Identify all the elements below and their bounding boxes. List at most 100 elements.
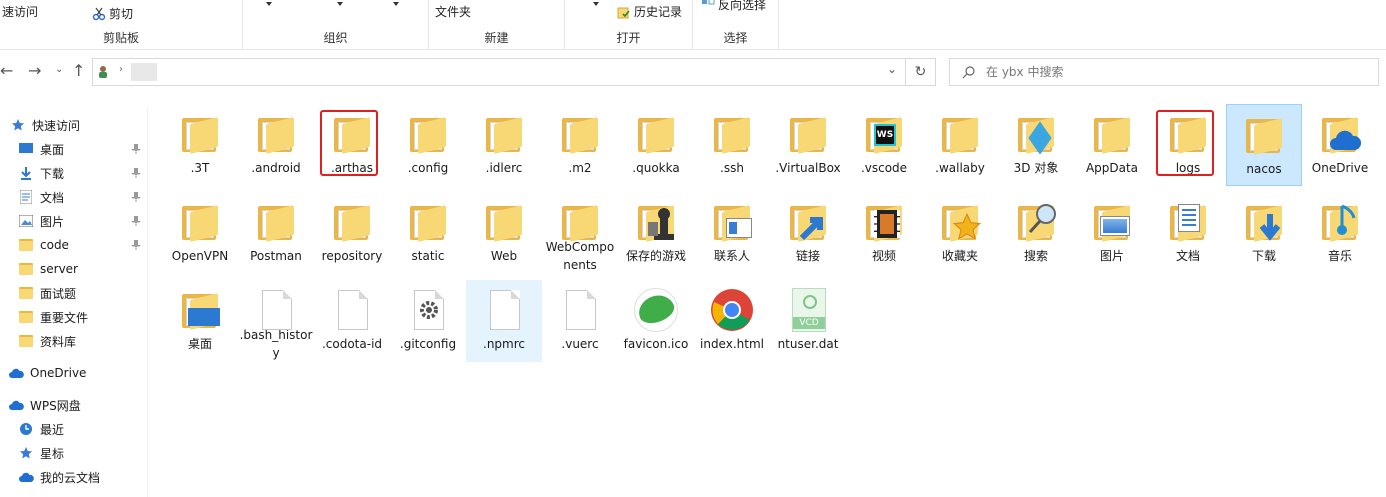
copy-to-dropdown[interactable] xyxy=(337,2,343,6)
sidebar-item[interactable]: 我的云文档 xyxy=(0,466,148,488)
file-item[interactable]: .npmrc xyxy=(466,280,542,362)
file-item[interactable]: VCD ntuser.dat xyxy=(770,280,846,362)
file-item[interactable]: 下载 xyxy=(1226,192,1302,274)
picture-folder-icon xyxy=(1088,198,1136,246)
video-folder-icon xyxy=(860,198,908,246)
chevron-down-icon xyxy=(337,2,343,6)
file-item[interactable]: repository xyxy=(314,192,390,274)
new-folder-button[interactable]: 文件夹 xyxy=(435,3,471,20)
open-group: 历史记录 打开 xyxy=(565,0,693,50)
address-bar[interactable]: › ⌄ xyxy=(92,58,906,86)
file-item[interactable]: .vuerc xyxy=(542,280,618,362)
select-icon xyxy=(702,0,715,4)
file-item[interactable]: 链接 xyxy=(770,192,846,274)
file-item[interactable]: 音乐 xyxy=(1302,192,1378,274)
file-item[interactable]: .codota-id xyxy=(314,280,390,362)
sidebar-item[interactable]: 资料库 xyxy=(0,330,148,352)
clipboard-group-label: 剪贴板 xyxy=(102,31,139,45)
sidebar-item[interactable]: 重要文件 xyxy=(0,306,148,328)
organize-group: 组织 xyxy=(243,0,429,50)
sidebar-item-label: 资料库 xyxy=(40,334,77,349)
quick-access-button[interactable]: 速访问 xyxy=(2,3,38,20)
sidebar-item[interactable]: OneDrive xyxy=(0,362,148,384)
file-item-label: OpenVPN xyxy=(171,249,229,263)
file-item[interactable]: WS .vscode xyxy=(846,104,922,186)
pin-icon[interactable] xyxy=(132,191,140,202)
file-item[interactable]: .android xyxy=(238,104,314,186)
file-item[interactable]: WebComponents xyxy=(542,192,618,274)
file-item-label: 收藏夹 xyxy=(941,249,978,263)
sidebar-item[interactable]: WPS网盘 xyxy=(0,394,148,416)
file-item[interactable]: 保存的游戏 xyxy=(618,192,694,274)
sidebar-item[interactable]: 最近 xyxy=(0,418,148,440)
pin-icon[interactable] xyxy=(132,143,140,154)
recent-locations-chevron-icon[interactable]: ⌄ xyxy=(55,64,63,75)
file-item[interactable]: OpenVPN xyxy=(162,192,238,274)
history-button[interactable]: 历史记录 xyxy=(617,3,682,20)
pin-icon[interactable] xyxy=(132,239,140,250)
sidebar-item[interactable]: 图片 xyxy=(0,210,148,232)
file-item[interactable]: OneDrive xyxy=(1302,104,1378,186)
sidebar-item[interactable]: 星标 xyxy=(0,442,148,464)
file-item[interactable]: 视频 xyxy=(846,192,922,274)
file-item[interactable]: static xyxy=(390,192,466,274)
pin-icon[interactable] xyxy=(132,215,140,226)
refresh-button[interactable]: ↻ xyxy=(906,58,936,86)
file-item[interactable]: .3T xyxy=(162,104,238,186)
file-item[interactable]: .wallaby xyxy=(922,104,998,186)
back-arrow-icon[interactable]: ← xyxy=(0,61,13,80)
sidebar-item[interactable]: 快速访问 xyxy=(0,114,148,136)
move-to-dropdown[interactable] xyxy=(266,2,272,6)
sidebar-item-label: code xyxy=(40,238,69,252)
file-item-label: .config xyxy=(407,161,449,175)
sidebar-item-label: server xyxy=(40,262,78,276)
sidebar-item[interactable]: 下载 xyxy=(0,162,148,184)
clipboard-group: 速访问 剪切 剪贴板 xyxy=(0,0,243,50)
file-item-label: .vuerc xyxy=(561,337,599,351)
file-item[interactable]: 3D 对象 xyxy=(998,104,1074,186)
sidebar-item-label: 下载 xyxy=(40,166,65,181)
reverse-select-button[interactable]: 反向选择 xyxy=(701,0,766,13)
file-item[interactable]: .gitconfig xyxy=(390,280,466,362)
file-item[interactable]: AppData xyxy=(1074,104,1150,186)
sidebar-item[interactable]: 桌面 xyxy=(0,138,148,160)
file-item[interactable]: favicon.ico xyxy=(618,280,694,362)
contact-folder-icon xyxy=(708,198,756,246)
search-box[interactable] xyxy=(949,58,1379,86)
file-item[interactable]: .ssh xyxy=(694,104,770,186)
file-item-label: 文档 xyxy=(1175,249,1200,263)
file-item[interactable]: Web xyxy=(466,192,542,274)
address-dropdown-icon[interactable]: ⌄ xyxy=(887,62,897,76)
search-input[interactable] xyxy=(986,65,1286,79)
file-item[interactable]: 图片 xyxy=(1074,192,1150,274)
file-item[interactable]: 搜索 xyxy=(998,192,1074,274)
cut-button[interactable]: 剪切 xyxy=(92,5,133,22)
navigation-pane: 快速访问 桌面下载文档 图片 code server 面试题 重要文件资料库 OneDrive… xyxy=(0,108,148,497)
file-item-label: nacos xyxy=(1246,162,1282,176)
file-item[interactable]: nacos xyxy=(1226,104,1302,186)
search-icon xyxy=(962,66,975,79)
file-item[interactable]: Postman xyxy=(238,192,314,274)
open-dropdown[interactable] xyxy=(593,2,599,6)
file-item[interactable]: 文档 xyxy=(1150,192,1226,274)
forward-arrow-icon[interactable]: → xyxy=(28,61,41,80)
file-item[interactable]: .config xyxy=(390,104,466,186)
file-item[interactable]: .m2 xyxy=(542,104,618,186)
file-item[interactable]: .bash_history xyxy=(238,280,314,362)
up-arrow-icon[interactable]: ↑ xyxy=(72,61,85,80)
file-item[interactable]: .VirtualBox xyxy=(770,104,846,186)
sidebar-item[interactable]: code xyxy=(0,234,148,256)
sidebar-item[interactable]: 文档 xyxy=(0,186,148,208)
file-item[interactable]: 收藏夹 xyxy=(922,192,998,274)
file-item[interactable]: index.html xyxy=(694,280,770,362)
file-item[interactable]: 联系人 xyxy=(694,192,770,274)
sidebar-item[interactable]: 面试题 xyxy=(0,282,148,304)
pin-icon[interactable] xyxy=(132,167,140,178)
star-folder-icon xyxy=(936,198,984,246)
rename-dropdown[interactable] xyxy=(393,2,399,6)
file-item[interactable]: .idlerc xyxy=(466,104,542,186)
sidebar-item[interactable]: server xyxy=(0,258,148,280)
file-item[interactable]: .quokka xyxy=(618,104,694,186)
breadcrumb-user-segment[interactable] xyxy=(131,63,157,81)
file-item[interactable]: 桌面 xyxy=(162,280,238,362)
